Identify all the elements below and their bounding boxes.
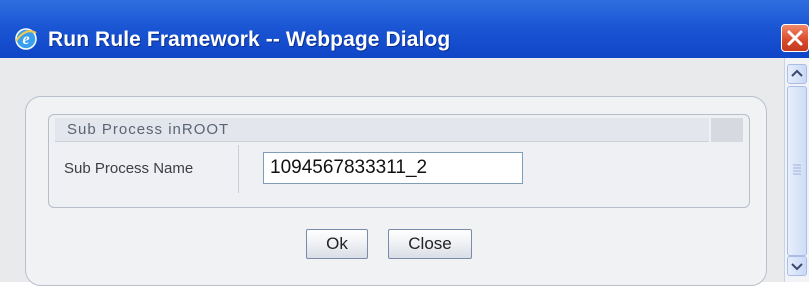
window-close-button[interactable] xyxy=(781,24,809,52)
chevron-up-icon xyxy=(791,69,803,77)
section-header-cap xyxy=(711,118,743,142)
scroll-thumb[interactable] xyxy=(787,86,807,256)
ie-icon: e xyxy=(15,28,37,50)
vertical-scrollbar[interactable] xyxy=(784,58,809,282)
section-header: Sub Process inROOT xyxy=(55,118,709,142)
sub-process-name-label: Sub Process Name xyxy=(55,145,239,193)
grip-icon xyxy=(793,164,801,175)
window-title: Run Rule Framework -- Webpage Dialog xyxy=(48,28,451,51)
scroll-down-button[interactable] xyxy=(787,256,807,276)
title-bar: e Run Rule Framework -- Webpage Dialog xyxy=(0,0,809,58)
chevron-down-icon xyxy=(791,263,803,271)
close-icon xyxy=(787,30,803,46)
close-button[interactable]: Close xyxy=(388,229,472,259)
ok-button[interactable]: Ok xyxy=(306,229,368,259)
sub-process-name-input[interactable] xyxy=(263,152,523,184)
scroll-up-button[interactable] xyxy=(787,64,807,84)
